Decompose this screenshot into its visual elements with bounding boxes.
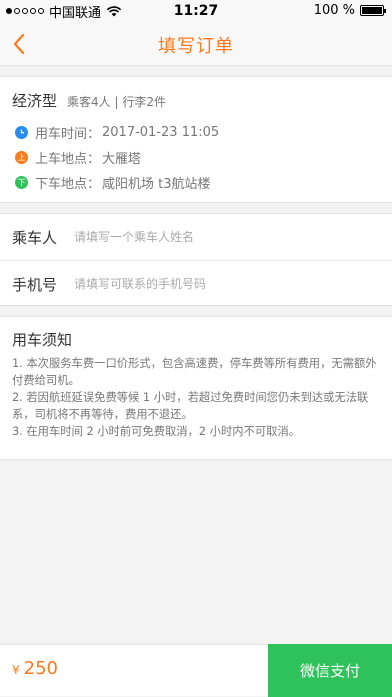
pickup-label: 上车地点： (35, 152, 101, 167)
passenger-form: 乘车人 手机号 (0, 213, 392, 306)
trip-time-label: 用车时间： (35, 127, 101, 142)
passenger-row: 乘车人 (0, 214, 392, 260)
order-price: ¥ 250 (12, 658, 58, 679)
price-value: 250 (23, 658, 58, 679)
passenger-name-input[interactable] (74, 230, 364, 244)
phone-row: 手机号 (0, 260, 392, 307)
trip-time-value: 2017-01-23 11:05 (102, 125, 220, 140)
wechat-pay-button[interactable]: 微信支付 (268, 644, 392, 697)
nav-bar: 填写订单 (0, 22, 392, 66)
trip-row-time: 用车时间： 2017-01-23 11:05 (15, 123, 219, 142)
pickup-icon: 上 (15, 151, 28, 164)
notice-card: 用车须知 1. 本次服务车费一口价形式，包含高速费，停车费等所有费用，无需额外付… (0, 316, 392, 460)
notice-item: 2. 若因航班延误免费等候 1 小时，若超过免费时间您仍未到达或无法联系，司机将… (12, 391, 369, 421)
trip-meta: 乘客4人 | 行李2件 (67, 95, 166, 109)
notice-title: 用车须知 (12, 331, 73, 349)
bottom-bar: ¥ 250 微信支付 (0, 644, 392, 697)
car-type: 经济型 (12, 92, 58, 110)
passenger-label: 乘车人 (12, 228, 58, 247)
notice-item: 1. 本次服务车费一口价形式，包含高速费，停车费等所有费用，无需额外付费给司机。 (12, 357, 377, 387)
battery-percent: 100 % (313, 3, 355, 18)
dropoff-icon: 下 (15, 176, 28, 189)
currency-symbol: ¥ (12, 663, 20, 677)
battery-icon (360, 5, 386, 16)
dropoff-value: 咸阳机场 t3航站楼 (102, 177, 211, 192)
phone-label: 手机号 (12, 275, 58, 294)
battery-fill (362, 7, 382, 14)
phone-number-input[interactable] (74, 277, 364, 291)
page-title: 填写订单 (158, 36, 234, 57)
dropoff-label: 下车地点： (35, 177, 101, 192)
trip-row-pickup: 上 上车地点： 大雁塔 (15, 148, 141, 167)
status-right: 100 % (313, 3, 386, 18)
notice-item: 3. 在用车时间 2 小时前可免费取消，2 小时内不可取消。 (12, 425, 301, 438)
trip-header: 经济型 乘客4人 | 行李2件 (12, 90, 166, 111)
status-bar: 中国联通 11:27 100 % (0, 0, 392, 22)
notice-list: 1. 本次服务车费一口价形式，包含高速费，停车费等所有费用，无需额外付费给司机。… (12, 355, 382, 440)
trip-row-dropoff: 下 下车地点： 咸阳机场 t3航站楼 (15, 173, 211, 192)
clock-icon (15, 126, 28, 139)
trip-summary-card: 经济型 乘客4人 | 行李2件 用车时间： 2017-01-23 11:05 上… (0, 76, 392, 203)
pickup-value: 大雁塔 (102, 152, 142, 167)
